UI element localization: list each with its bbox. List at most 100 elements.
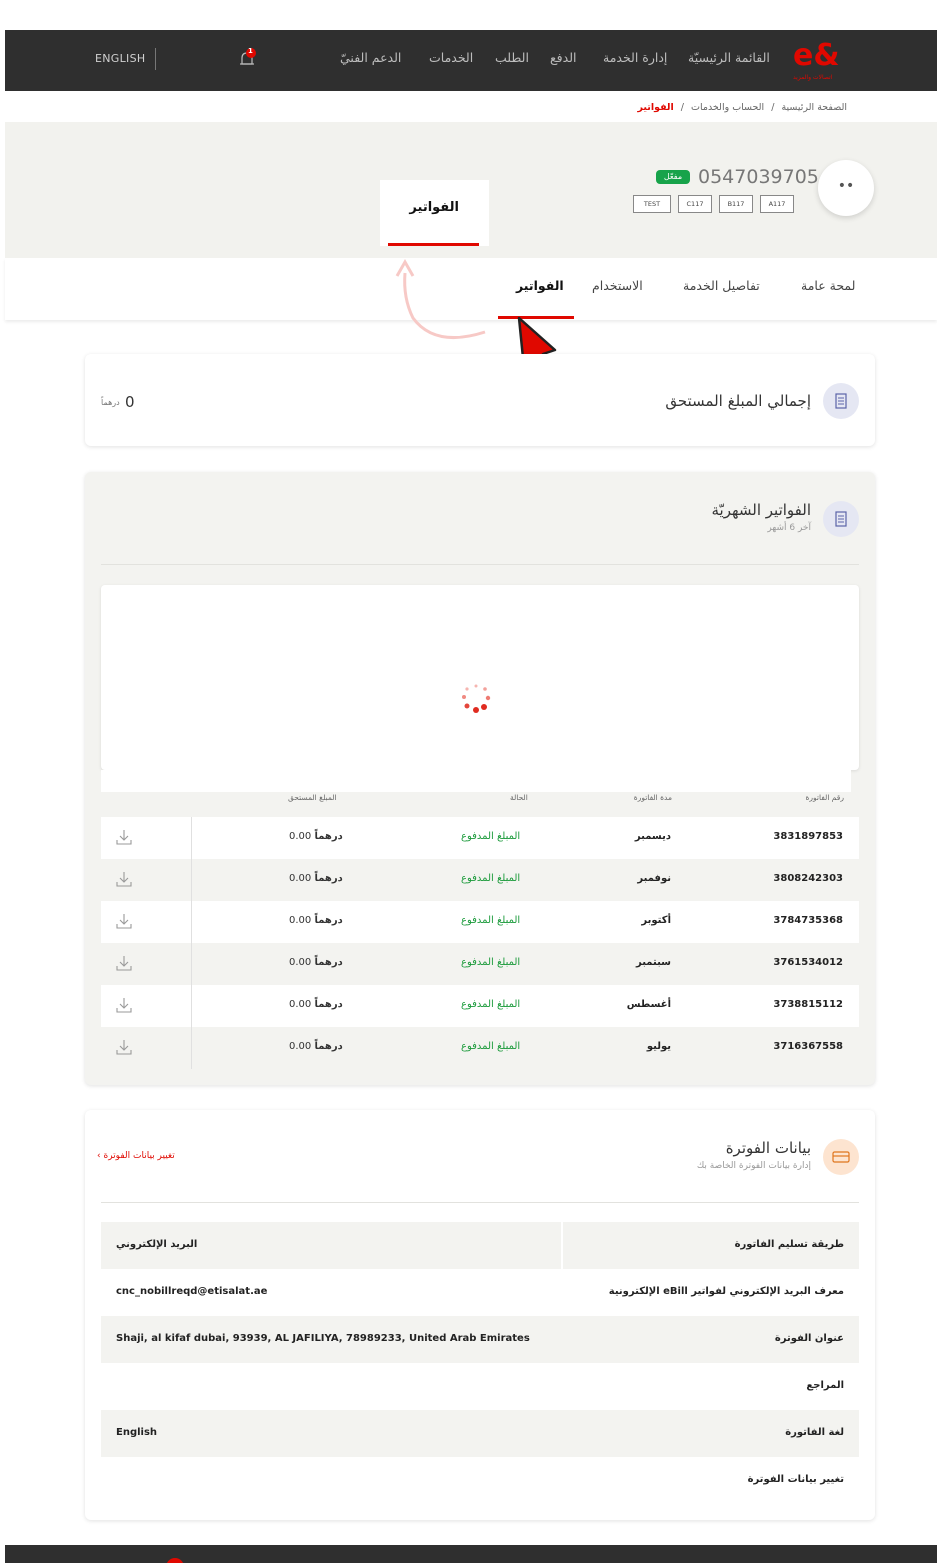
column-header-number: رقم الفاتورة xyxy=(805,793,844,802)
nav-home-menu[interactable]: القائمة الرئيسيّة xyxy=(688,50,770,65)
download-icon[interactable] xyxy=(115,1038,133,1056)
table-row[interactable]: 3831897853 ديسمبر المبلغ المدفوع 0.00 در… xyxy=(101,817,859,859)
invoice-icon xyxy=(823,383,859,419)
billing-row-address: عنوان الفوترة Shaji, al kifaf dubai, 939… xyxy=(101,1316,859,1363)
status-badge: مفعّل xyxy=(656,170,690,184)
tab-overview[interactable]: لمحة عامة xyxy=(801,278,855,293)
tab-service-details[interactable]: تفاصيل الخدمة xyxy=(683,278,760,293)
amount-value: 0.00 xyxy=(289,831,312,842)
bill-amount: 0.00 درهماً xyxy=(289,831,343,842)
breadcrumb-sep: / xyxy=(680,102,684,113)
language-toggle[interactable]: ENGLISH xyxy=(95,52,145,65)
account-phone-number: 0547039705 xyxy=(698,166,819,188)
table-row[interactable]: 3761534012 سبتمبر المبلغ المدفوع 0.00 در… xyxy=(101,943,859,985)
total-due-card: إجمالي المبلغ المستحق 0 درهماً xyxy=(85,354,875,446)
invoice-icon xyxy=(823,501,859,537)
table-row[interactable]: 3784735368 أكتوبر المبلغ المدفوع 0.00 در… xyxy=(101,901,859,943)
billing-info-title: بيانات الفوترة xyxy=(725,1139,811,1157)
amount-currency: درهماً xyxy=(314,915,343,926)
footer-bar xyxy=(5,1545,937,1563)
nav-payment[interactable]: الدفع xyxy=(550,50,576,65)
amount-value: 0.00 xyxy=(289,957,312,968)
download-icon[interactable] xyxy=(115,954,133,972)
nav-manage-service[interactable]: إدارة الخدمة xyxy=(603,50,667,65)
bill-period: سبتمبر xyxy=(635,957,671,968)
amount-value: 0.00 xyxy=(289,1041,312,1052)
bill-number: 3808242303 xyxy=(773,873,843,884)
bill-status: المبلغ المدفوع xyxy=(461,999,521,1010)
billing-row-change[interactable]: تغيير بيانات الفوترة xyxy=(101,1457,859,1504)
billing-row-language: لغة الفاتورة English xyxy=(101,1410,859,1457)
bill-number: 3716367558 xyxy=(773,1041,843,1052)
bill-number: 3831897853 xyxy=(773,831,843,842)
bill-amount: 0.00 درهماً xyxy=(289,957,343,968)
notification-bell-icon[interactable]: 1 xyxy=(237,47,257,70)
column-header-status: الحالة xyxy=(510,793,528,802)
billing-row-references: المراجع xyxy=(101,1363,859,1410)
download-icon[interactable] xyxy=(115,912,133,930)
bill-period: يوليو xyxy=(646,1041,671,1052)
breadcrumb-current: الفواتير xyxy=(637,102,674,113)
logo-tagline: اتصالات والمزيد xyxy=(793,74,833,81)
download-icon[interactable] xyxy=(115,996,133,1014)
amount-currency: درهماً xyxy=(314,1041,343,1052)
table-row[interactable]: 3808242303 نوفمبر المبلغ المدفوع 0.00 در… xyxy=(101,859,859,901)
chart-area-bottom xyxy=(101,770,851,792)
zoomed-bills-label: الفواتير xyxy=(409,200,459,215)
monthly-bills-subtitle: آخر 6 أشهر xyxy=(767,523,811,533)
divider xyxy=(191,943,192,985)
billing-label: عنوان الفوترة xyxy=(774,1333,844,1344)
nav-support[interactable]: الدعم الفنيّ xyxy=(340,50,401,65)
amount-currency: درهماً xyxy=(314,957,343,968)
divider xyxy=(101,1202,859,1203)
column-header-period: مدة الفاتورة xyxy=(633,793,672,802)
zoomed-tab-underline xyxy=(388,243,479,246)
table-row[interactable]: 3738815112 أغسطس المبلغ المدفوع 0.00 دره… xyxy=(101,985,859,1027)
billing-row-ebill-email: معرف البريد الإلكتروني لفواتير eBill الإ… xyxy=(101,1269,859,1316)
billing-label: طريقة تسليم الفاتورة xyxy=(734,1239,844,1250)
amount-value: 0.00 xyxy=(289,873,312,884)
download-icon[interactable] xyxy=(115,870,133,888)
billing-label[interactable]: تغيير بيانات الفوترة xyxy=(748,1474,844,1485)
top-navigation-bar: ENGLISH 1 الدعم الفنيّ الخدمات الطلب الد… xyxy=(5,30,937,91)
total-due-amount: 0 xyxy=(125,393,135,411)
change-billing-link[interactable]: ‹ تغيير بيانات الفوترة xyxy=(97,1151,175,1161)
billing-info-subtitle: إدارة بيانات الفوترة الخاصة بك xyxy=(696,1161,811,1171)
account-tag: B117 xyxy=(719,195,753,213)
bill-amount: 0.00 درهماً xyxy=(289,1041,343,1052)
download-icon[interactable] xyxy=(115,828,133,846)
footer-logo-icon xyxy=(166,1558,184,1563)
amount-value: 0.00 xyxy=(289,915,312,926)
bill-period: أكتوبر xyxy=(641,915,671,926)
billing-value: English xyxy=(116,1427,158,1438)
account-tag: A117 xyxy=(760,195,794,213)
account-tag: TEST xyxy=(633,195,671,213)
billing-label: معرف البريد الإلكتروني لفواتير eBill الإ… xyxy=(608,1286,844,1297)
bill-amount: 0.00 درهماً xyxy=(289,915,343,926)
nav-services[interactable]: الخدمات xyxy=(429,50,473,65)
breadcrumb-home[interactable]: الصفحة الرئيسية xyxy=(781,102,847,113)
billing-value: البريد الإلكتروني xyxy=(116,1239,198,1250)
nav-order[interactable]: الطلب xyxy=(495,50,529,65)
billing-label: لغة الفاتورة xyxy=(785,1427,844,1438)
table-row[interactable]: 3716367558 يوليو المبلغ المدفوع 0.00 دره… xyxy=(101,1027,859,1069)
bill-status: المبلغ المدفوع xyxy=(461,957,521,968)
bill-number: 3784735368 xyxy=(773,915,843,926)
breadcrumb-section[interactable]: الحساب والخدمات xyxy=(691,102,764,113)
logo-mark: e& xyxy=(793,38,840,73)
total-due-title: إجمالي المبلغ المستحق xyxy=(665,392,811,410)
loading-spinner-icon xyxy=(462,684,491,713)
divider xyxy=(101,564,859,565)
amount-value: 0.00 xyxy=(289,999,312,1010)
billing-label: المراجع xyxy=(806,1380,844,1391)
breadcrumb-sep: / xyxy=(771,102,775,113)
bill-period: أغسطس xyxy=(626,999,671,1010)
amount-currency: درهماً xyxy=(314,873,343,884)
divider xyxy=(155,48,156,70)
avatar[interactable]: •• xyxy=(818,160,874,216)
bill-period: نوفمبر xyxy=(637,873,671,884)
tab-usage[interactable]: الاستخدام xyxy=(592,278,643,293)
brand-logo[interactable]: e& اتصالات والمزيد xyxy=(790,38,840,84)
bill-period: ديسمبر xyxy=(634,831,671,842)
zoomed-bills-tab: الفواتير xyxy=(380,180,489,246)
